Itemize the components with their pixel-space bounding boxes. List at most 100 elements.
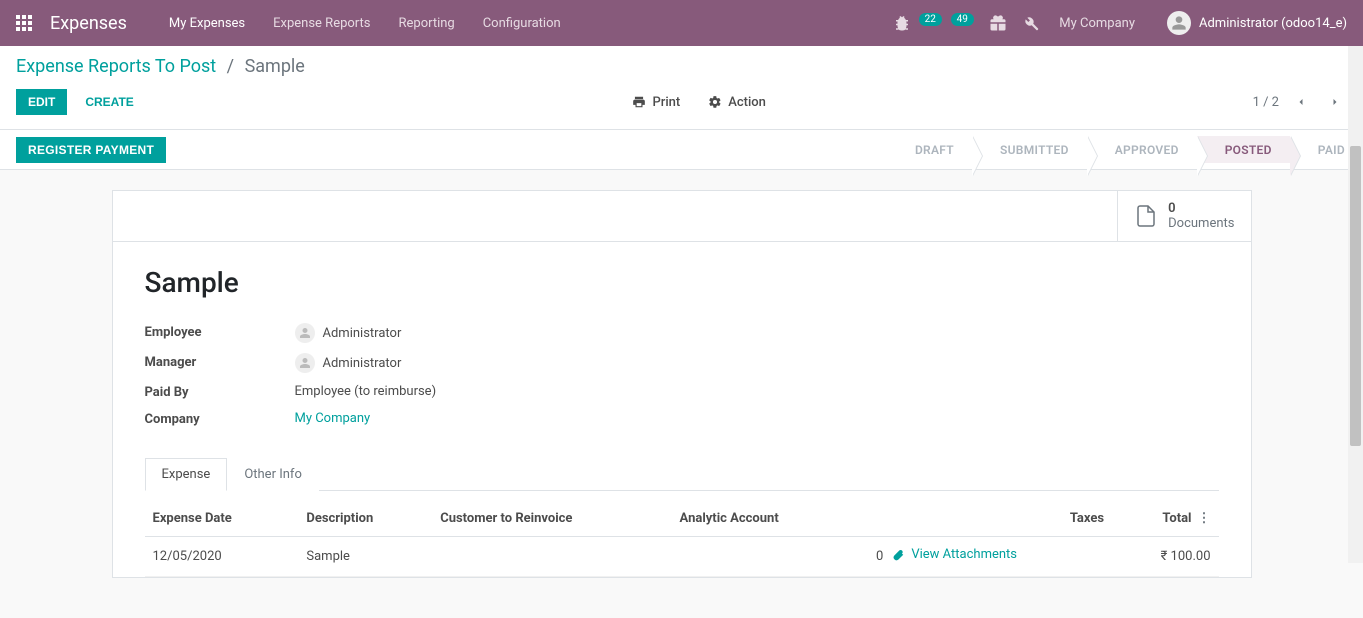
action-label: Action: [728, 95, 766, 110]
cell-customer: [432, 537, 671, 577]
menu-configuration[interactable]: Configuration: [471, 10, 573, 37]
company-value: My Company: [295, 410, 665, 427]
col-description[interactable]: Description: [298, 501, 432, 537]
cell-total: ₹ 100.00: [1112, 537, 1218, 577]
print-icon: [632, 95, 646, 109]
chevron-right-icon: [1329, 96, 1341, 108]
chevron-left-icon: [1295, 96, 1307, 108]
menu-reporting[interactable]: Reporting: [386, 10, 466, 37]
top-nav: Expenses My Expenses Expense Reports Rep…: [0, 0, 1363, 46]
activities-badge: 22: [919, 13, 942, 26]
tab-expense[interactable]: Expense: [145, 458, 228, 491]
status-step-submitted[interactable]: SUBMITTED: [972, 136, 1087, 163]
manager-value-text: Administrator: [323, 356, 402, 371]
print-dropdown[interactable]: Print: [632, 95, 680, 110]
scrollbar-thumb[interactable]: [1350, 146, 1361, 446]
main-menu: My Expenses Expense Reports Reporting Co…: [157, 10, 573, 37]
pager-prev[interactable]: [1289, 90, 1313, 114]
tabs: Expense Other Info: [145, 457, 1219, 491]
breadcrumb-current: Sample: [245, 56, 305, 77]
col-customer[interactable]: Customer to Reinvoice: [432, 501, 671, 537]
documents-button[interactable]: 0 Documents: [1117, 191, 1250, 241]
columns-menu-icon[interactable]: ⋮: [1198, 511, 1211, 526]
company-link[interactable]: My Company: [295, 411, 371, 426]
app-brand[interactable]: Expenses: [50, 13, 127, 34]
cell-taxes: 0: [858, 537, 884, 577]
sheet-body: Sample Employee Administrator Manager Ad…: [113, 242, 1251, 577]
table-header-row: Expense Date Description Customer to Rei…: [145, 501, 1219, 537]
user-menu[interactable]: Administrator (odoo14_e): [1167, 11, 1347, 35]
tab-pane-expense: Expense Date Description Customer to Rei…: [145, 491, 1219, 577]
cell-date: 12/05/2020: [145, 537, 299, 577]
register-payment-button[interactable]: Register Payment: [16, 137, 166, 163]
avatar-icon: [1167, 11, 1191, 35]
create-button[interactable]: Create: [73, 89, 145, 115]
documents-label: Documents: [1168, 216, 1234, 231]
breadcrumb-bar: Expense Reports To Post / Sample: [0, 46, 1363, 77]
form-sheet: 0 Documents Sample Employee Administrato…: [112, 190, 1252, 578]
action-dropdown[interactable]: Action: [708, 95, 766, 110]
status-row: Register Payment DRAFT SUBMITTED APPROVE…: [0, 130, 1363, 170]
breadcrumb: Expense Reports To Post / Sample: [16, 56, 305, 77]
main-wrap: 0 Documents Sample Employee Administrato…: [0, 170, 1363, 618]
col-total-label: Total: [1162, 511, 1191, 526]
status-steps: DRAFT SUBMITTED APPROVED POSTED PAID: [887, 136, 1363, 163]
col-attachments: [858, 501, 884, 537]
employee-label: Employee: [145, 323, 295, 343]
col-total[interactable]: Total ⋮: [1112, 501, 1218, 537]
controls-bar: Edit Create Print Action 1 / 2: [0, 77, 1363, 130]
view-attachments-link[interactable]: View Attachments: [891, 547, 1017, 562]
discussions-icon[interactable]: 49: [957, 14, 975, 32]
fields-grid: Employee Administrator Manager Administr…: [145, 323, 665, 427]
sheet-top: 0 Documents: [113, 191, 1251, 242]
document-icon: [1134, 204, 1158, 228]
cell-analytic: [672, 537, 858, 577]
user-name: Administrator (odoo14_e): [1199, 16, 1347, 31]
expense-lines-table: Expense Date Description Customer to Rei…: [145, 501, 1219, 577]
employee-value: Administrator: [295, 323, 665, 343]
edit-button[interactable]: Edit: [16, 89, 67, 115]
employee-value-text: Administrator: [323, 326, 402, 341]
view-attachments-label: View Attachments: [911, 547, 1017, 562]
discussions-badge: 49: [951, 13, 974, 26]
apps-icon[interactable]: [16, 15, 32, 31]
status-step-draft[interactable]: DRAFT: [887, 136, 972, 163]
gift-icon[interactable]: [989, 14, 1007, 32]
status-step-approved[interactable]: APPROVED: [1087, 136, 1197, 163]
record-title: Sample: [145, 266, 1219, 299]
paidby-label: Paid By: [145, 383, 295, 400]
status-step-posted[interactable]: POSTED: [1197, 136, 1290, 163]
pager: 1 / 2: [1253, 90, 1347, 114]
pager-text: 1 / 2: [1253, 95, 1279, 110]
col-date[interactable]: Expense Date: [145, 501, 299, 537]
scrollbar[interactable]: [1348, 46, 1363, 563]
documents-text: 0 Documents: [1168, 201, 1234, 231]
tab-other-info[interactable]: Other Info: [227, 458, 319, 491]
menu-my-expenses[interactable]: My Expenses: [157, 10, 257, 37]
paidby-value: Employee (to reimburse): [295, 383, 665, 400]
paperclip-icon: [891, 548, 905, 562]
manager-value: Administrator: [295, 353, 665, 373]
table-row[interactable]: 12/05/2020 Sample 0 View Attachments: [145, 537, 1219, 577]
activities-icon[interactable]: 22: [925, 14, 943, 32]
cell-description: Sample: [298, 537, 432, 577]
person-icon: [295, 353, 315, 373]
center-controls: Print Action: [632, 95, 765, 110]
pager-next[interactable]: [1323, 90, 1347, 114]
print-label: Print: [652, 95, 680, 110]
systray: 22 49 My Company Administrator (odoo14_e…: [893, 11, 1347, 35]
company-label: Company: [145, 410, 295, 427]
tools-icon[interactable]: [1021, 14, 1039, 32]
breadcrumb-parent[interactable]: Expense Reports To Post: [16, 56, 216, 77]
col-taxes[interactable]: Taxes: [883, 501, 1112, 537]
menu-expense-reports[interactable]: Expense Reports: [261, 10, 382, 37]
gear-icon: [708, 95, 722, 109]
cell-attachments: View Attachments: [883, 537, 1112, 577]
breadcrumb-separator: /: [227, 56, 234, 77]
person-icon: [295, 323, 315, 343]
col-analytic[interactable]: Analytic Account: [672, 501, 858, 537]
company-selector[interactable]: My Company: [1059, 16, 1135, 31]
bug-icon[interactable]: [893, 14, 911, 32]
manager-label: Manager: [145, 353, 295, 373]
documents-count: 0: [1168, 201, 1234, 216]
